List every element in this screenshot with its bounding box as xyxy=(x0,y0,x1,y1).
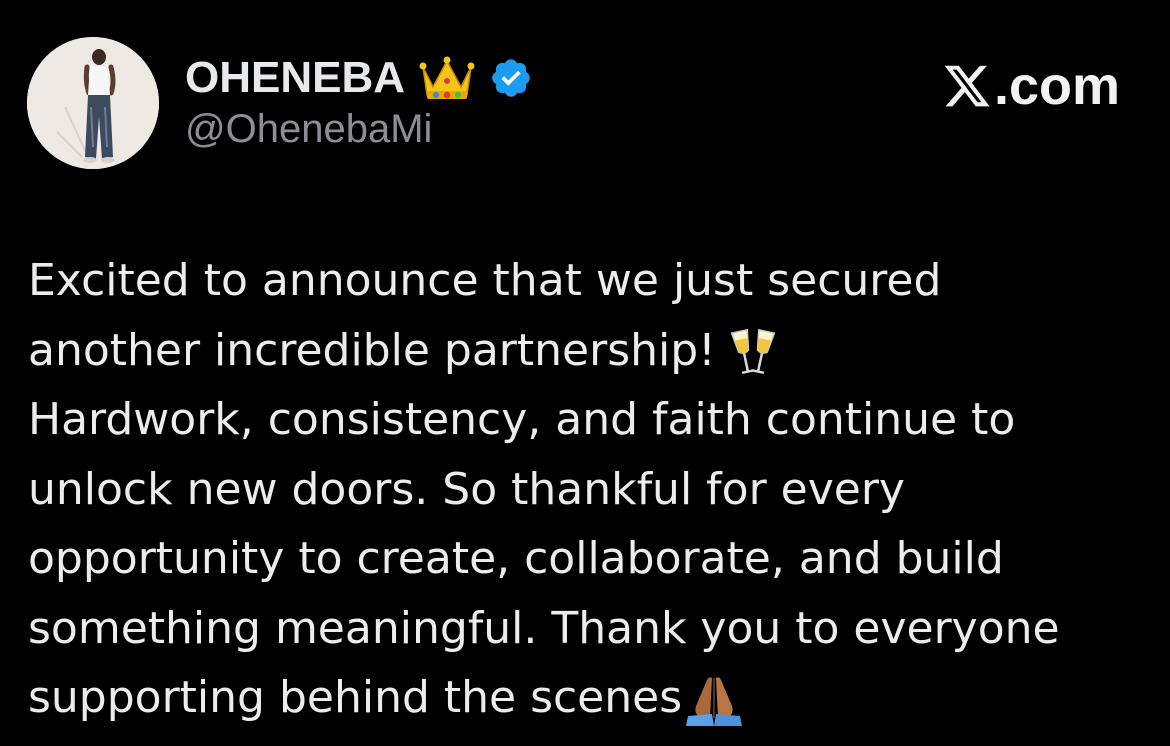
author-handle[interactable]: @OhenebaMi xyxy=(185,105,432,153)
tweet-line-5: opportunity to create, collaborate, and … xyxy=(28,524,1148,594)
tweet-text: Excited to announce that we just secured… xyxy=(28,246,1148,733)
folded-hands-icon xyxy=(682,672,746,728)
tweet-line-5-text: opportunity to create, collaborate, and … xyxy=(28,533,1004,584)
tweet-line-6: something meaningful. Thank you to every… xyxy=(28,594,1148,664)
brand-watermark: .com xyxy=(942,58,1120,114)
tweet-line-6-text: something meaningful. Thank you to every… xyxy=(28,602,1060,654)
crown-icon xyxy=(419,53,475,103)
verified-badge-icon[interactable] xyxy=(489,56,533,100)
tweet-line-3-text: Hardwork, consistency, and faith continu… xyxy=(28,394,1016,445)
tweet-line-2-text: another incredible partnership! xyxy=(28,324,716,376)
avatar[interactable] xyxy=(27,37,159,169)
profile-photo xyxy=(27,37,159,169)
tweet-line-3: Hardwork, consistency, and faith continu… xyxy=(28,385,1148,455)
clinking-glasses-icon xyxy=(730,327,776,379)
tweet-line-4-text: unlock new doors. So thankful for every xyxy=(28,463,905,515)
tweet-line-1: Excited to announce that we just secured xyxy=(28,246,1148,316)
author-display-name[interactable]: OHENEBA xyxy=(185,52,405,104)
tweet-line-7: supporting behind the scenes xyxy=(28,663,1148,733)
tweet-line-4: unlock new doors. So thankful for every xyxy=(28,455,1148,525)
brand-text: .com xyxy=(993,56,1120,116)
author-name-row: OHENEBA xyxy=(185,52,533,104)
tweet-line-1-text: Excited to announce that we just secured xyxy=(28,255,942,306)
x-logo-icon xyxy=(942,61,992,111)
tweet-line-2: another incredible partnership! xyxy=(28,316,1148,386)
tweet-line-7-text: supporting behind the scenes xyxy=(28,672,683,723)
